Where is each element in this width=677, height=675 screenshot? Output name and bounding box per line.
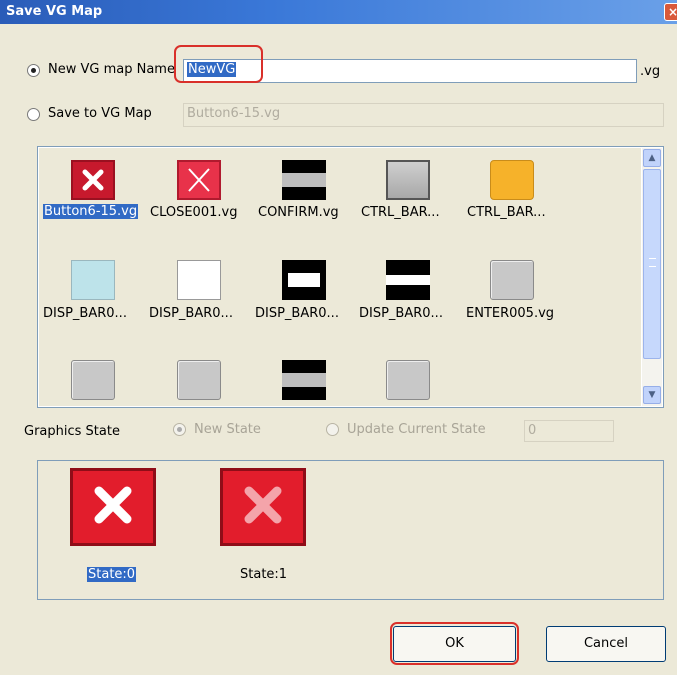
graphics-state-label: Graphics State [24, 424, 120, 439]
state-preview-panel: State:0 State:1 [37, 460, 664, 600]
new-vg-map-name-label: New VG map Name [48, 62, 175, 77]
gray-rounded-square-icon[interactable] [177, 360, 221, 400]
scroll-thumb[interactable] [643, 169, 661, 359]
file-label-3[interactable]: CTRL_BAR... [361, 205, 440, 220]
update-current-state-label: Update Current State [347, 422, 486, 437]
gray-rounded-square-icon[interactable] [490, 260, 534, 300]
new-state-label: New State [194, 422, 261, 437]
file-label-1[interactable]: CLOSE001.vg [150, 205, 237, 220]
close-icon[interactable]: × [664, 3, 677, 21]
cancel-button[interactable]: Cancel [546, 626, 666, 662]
save-to-vg-map-label: Save to VG Map [48, 106, 152, 121]
black-bar-button-icon[interactable] [282, 360, 326, 400]
gray-rounded-square-icon[interactable] [71, 360, 115, 400]
state-index-value: 0 [528, 423, 537, 438]
gray-square-icon[interactable] [386, 160, 430, 200]
black-stripe-icon[interactable] [386, 260, 430, 300]
black-bar-button-icon[interactable] [282, 160, 326, 200]
file-list-scrollbar[interactable]: ▲ ▼ [642, 148, 662, 406]
state-0-label[interactable]: State:0 [87, 567, 137, 582]
orange-square-icon[interactable] [490, 160, 534, 200]
state-1-label[interactable]: State:1 [240, 567, 287, 582]
save-to-vg-map-radio[interactable] [27, 108, 40, 121]
red-x-outline-icon[interactable] [177, 160, 221, 200]
update-current-state-radio[interactable] [326, 423, 339, 436]
file-label-4[interactable]: CTRL_BAR... [467, 205, 546, 220]
white-square-icon[interactable] [177, 260, 221, 300]
scroll-down-icon[interactable]: ▼ [643, 386, 661, 404]
file-label-7[interactable]: DISP_BAR0... [255, 306, 339, 321]
gray-rounded-square-icon[interactable] [386, 360, 430, 400]
highlight-name-field [174, 45, 263, 83]
new-state-radio[interactable] [173, 423, 186, 436]
file-label-6[interactable]: DISP_BAR0... [149, 306, 233, 321]
file-label-8[interactable]: DISP_BAR0... [359, 306, 443, 321]
new-vg-map-name-radio[interactable] [27, 64, 40, 77]
title-bar: Save VG Map × [0, 0, 677, 24]
cyan-square-icon[interactable] [71, 260, 115, 300]
scroll-up-icon[interactable]: ▲ [643, 149, 661, 167]
state-index-input[interactable]: 0 [524, 420, 614, 442]
save-vg-map-dialog: Save VG Map × New VG map Name NewVG .vg … [0, 0, 677, 675]
red-x-icon[interactable] [71, 160, 115, 200]
save-to-vg-map-value: Button6-15.vg [187, 106, 281, 121]
file-label-2[interactable]: CONFIRM.vg [258, 205, 339, 220]
vg-file-list[interactable]: Button6-15.vg CLOSE001.vg CONFIRM.vg CTR… [37, 146, 664, 408]
window-title: Save VG Map [6, 4, 103, 19]
state-1-image[interactable] [220, 468, 306, 546]
save-to-vg-map-input[interactable]: Button6-15.vg [183, 103, 664, 127]
file-label-5[interactable]: DISP_BAR0... [43, 306, 127, 321]
highlight-ok-button [390, 622, 519, 665]
black-white-bar-icon[interactable] [282, 260, 326, 300]
file-label-0[interactable]: Button6-15.vg [43, 204, 139, 219]
state-0-image[interactable] [70, 468, 156, 546]
file-label-9[interactable]: ENTER005.vg [466, 306, 554, 321]
vg-extension-label: .vg [640, 64, 661, 79]
